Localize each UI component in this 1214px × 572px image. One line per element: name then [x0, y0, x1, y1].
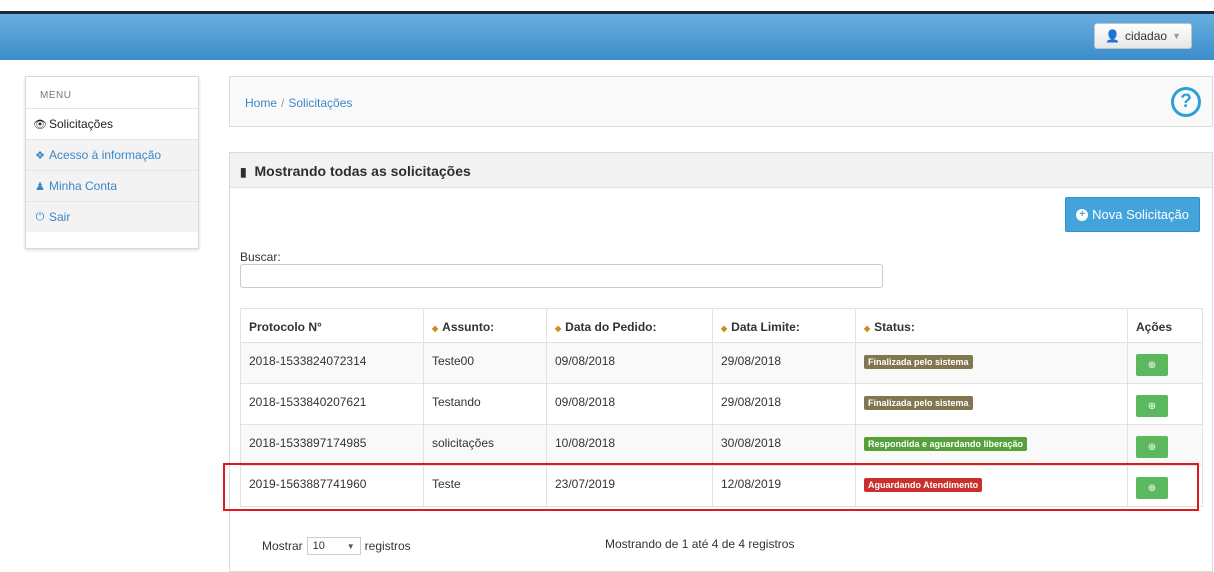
eye-icon: 👁 [33, 118, 47, 131]
cell-assunto: Teste00 [423, 342, 547, 384]
column-header-data-pedido[interactable]: ◆ Data do Pedido: [546, 308, 713, 343]
cell-status: Finalizada pelo sistema [855, 383, 1128, 425]
zoom-in-icon: ⊕ [1147, 441, 1157, 453]
cell-protocolo: 2018-1533897174985 [240, 424, 424, 466]
info-icon: ❖ [35, 149, 45, 162]
cell-assunto: Teste [423, 465, 547, 507]
table-info: Mostrando de 1 até 4 de 4 registros [605, 537, 795, 551]
sidebar-item-acesso-informacao[interactable]: ❖ Acesso à informação [26, 139, 198, 170]
cell-acoes: ⊕ [1127, 342, 1203, 384]
power-icon: ⏻ [35, 210, 45, 223]
sidebar-item-label: Solicitações [49, 117, 114, 131]
zoom-in-icon: ⊕ [1147, 359, 1157, 371]
search-input[interactable] [240, 264, 883, 288]
view-button[interactable]: ⊕ [1136, 477, 1168, 499]
cell-data-pedido: 09/08/2018 [546, 342, 713, 384]
user-icon: ♟ [35, 180, 45, 193]
view-button[interactable]: ⊕ [1136, 395, 1168, 417]
sidebar-item-sair[interactable]: ⏻ Sair [26, 201, 198, 232]
cell-protocolo: 2019-1563887741960 [240, 465, 424, 507]
table-header-row: Protocolo N° ◆ Assunto: ◆ Data do Pedido: … [240, 308, 1203, 343]
cell-data-pedido: 10/08/2018 [546, 424, 713, 466]
page-length-value: 10 [312, 540, 325, 552]
status-badge: Respondida e aguardando liberação [864, 437, 1028, 451]
page-length-control: Mostrar 10 ▼ registros [262, 537, 411, 555]
new-request-label: Nova Solicitação [1092, 207, 1189, 222]
requests-table: Protocolo N° ◆ Assunto: ◆ Data do Pedido: … [240, 308, 1203, 507]
cell-status: Aguardando Atendimento [855, 465, 1128, 507]
menu-title: MENU [40, 90, 72, 101]
user-name: cidadao [1125, 29, 1168, 43]
cell-status: Finalizada pelo sistema [855, 342, 1128, 384]
cell-data-limite: 30/08/2018 [712, 424, 856, 466]
cell-assunto: solicitações [423, 424, 547, 466]
cell-data-pedido: 23/07/2019 [546, 465, 713, 507]
page-length-select[interactable]: 10 ▼ [306, 537, 361, 555]
cell-data-limite: 12/08/2019 [712, 465, 856, 507]
cell-status: Respondida e aguardando liberação [855, 424, 1128, 466]
sidebar-menu: MENU 👁 Solicitações ❖ Acesso à informaçã… [25, 76, 199, 249]
cell-data-limite: 29/08/2018 [712, 342, 856, 384]
sort-icon: ◆ [432, 324, 439, 333]
requests-panel: ▮ Mostrando todas as solicitações + Nova… [229, 152, 1213, 572]
status-badge: Aguardando Atendimento [864, 478, 983, 492]
user-menu-button[interactable]: 👤 cidadao ▼ [1094, 23, 1192, 49]
sidebar-item-label: Acesso à informação [49, 148, 162, 162]
cell-assunto: Testando [423, 383, 547, 425]
new-request-button[interactable]: + Nova Solicitação [1065, 197, 1200, 232]
cell-acoes: ⊕ [1127, 424, 1203, 466]
column-header-data-limite[interactable]: ◆ Data Limite: [712, 308, 856, 343]
zoom-in-icon: ⊕ [1147, 482, 1157, 494]
column-header-status[interactable]: ◆ Status: [855, 308, 1128, 343]
cell-protocolo: 2018-1533840207621 [240, 383, 424, 425]
sort-icon: ◆ [555, 324, 562, 333]
column-header-protocolo[interactable]: Protocolo N° [240, 308, 424, 343]
table-row: 2018-1533824072314 Teste00 09/08/2018 29… [240, 342, 1203, 384]
cell-data-limite: 29/08/2018 [712, 383, 856, 425]
table-row: 2019-1563887741960 Teste 23/07/2019 12/0… [240, 465, 1203, 507]
cell-acoes: ⊕ [1127, 383, 1203, 425]
cell-data-pedido: 09/08/2018 [546, 383, 713, 425]
help-icon[interactable]: ? [1171, 87, 1201, 117]
breadcrumb-current[interactable]: Solicitações [288, 96, 352, 110]
sidebar-item-solicitacoes[interactable]: 👁 Solicitações [26, 108, 198, 139]
panel-header: ▮ Mostrando todas as solicitações [230, 153, 1212, 188]
caret-down-icon: ▼ [1172, 31, 1181, 41]
status-badge: Finalizada pelo sistema [864, 355, 973, 369]
column-header-assunto[interactable]: ◆ Assunto: [423, 308, 547, 343]
breadcrumb: Home / Solicitações [245, 96, 353, 110]
zoom-in-icon: ⊕ [1147, 400, 1157, 412]
document-icon: ▮ [240, 165, 247, 179]
sidebar-item-label: Minha Conta [49, 179, 118, 193]
search-label: Buscar: [240, 250, 281, 264]
cell-acoes: ⊕ [1127, 465, 1203, 507]
table-row: 2018-1533840207621 Testando 09/08/2018 2… [240, 383, 1203, 425]
sort-icon: ◆ [864, 324, 871, 333]
cell-protocolo: 2018-1533824072314 [240, 342, 424, 384]
plus-circle-icon: + [1076, 208, 1089, 221]
top-navbar: 👤 cidadao ▼ [0, 11, 1214, 60]
sort-icon: ◆ [721, 324, 728, 333]
status-badge: Finalizada pelo sistema [864, 396, 973, 410]
breadcrumb-panel: Home / Solicitações ? [229, 76, 1213, 127]
table-row: 2018-1533897174985 solicitações 10/08/20… [240, 424, 1203, 466]
panel-title: Mostrando todas as solicitações [254, 163, 471, 179]
sidebar-item-minha-conta[interactable]: ♟ Minha Conta [26, 170, 198, 201]
view-button[interactable]: ⊕ [1136, 436, 1168, 458]
user-icon: 👤 [1105, 29, 1121, 43]
column-header-acoes: Ações [1127, 308, 1203, 343]
view-button[interactable]: ⊕ [1136, 354, 1168, 376]
sidebar-item-label: Sair [49, 210, 71, 224]
caret-down-icon: ▼ [346, 541, 355, 551]
breadcrumb-home[interactable]: Home [245, 96, 277, 110]
